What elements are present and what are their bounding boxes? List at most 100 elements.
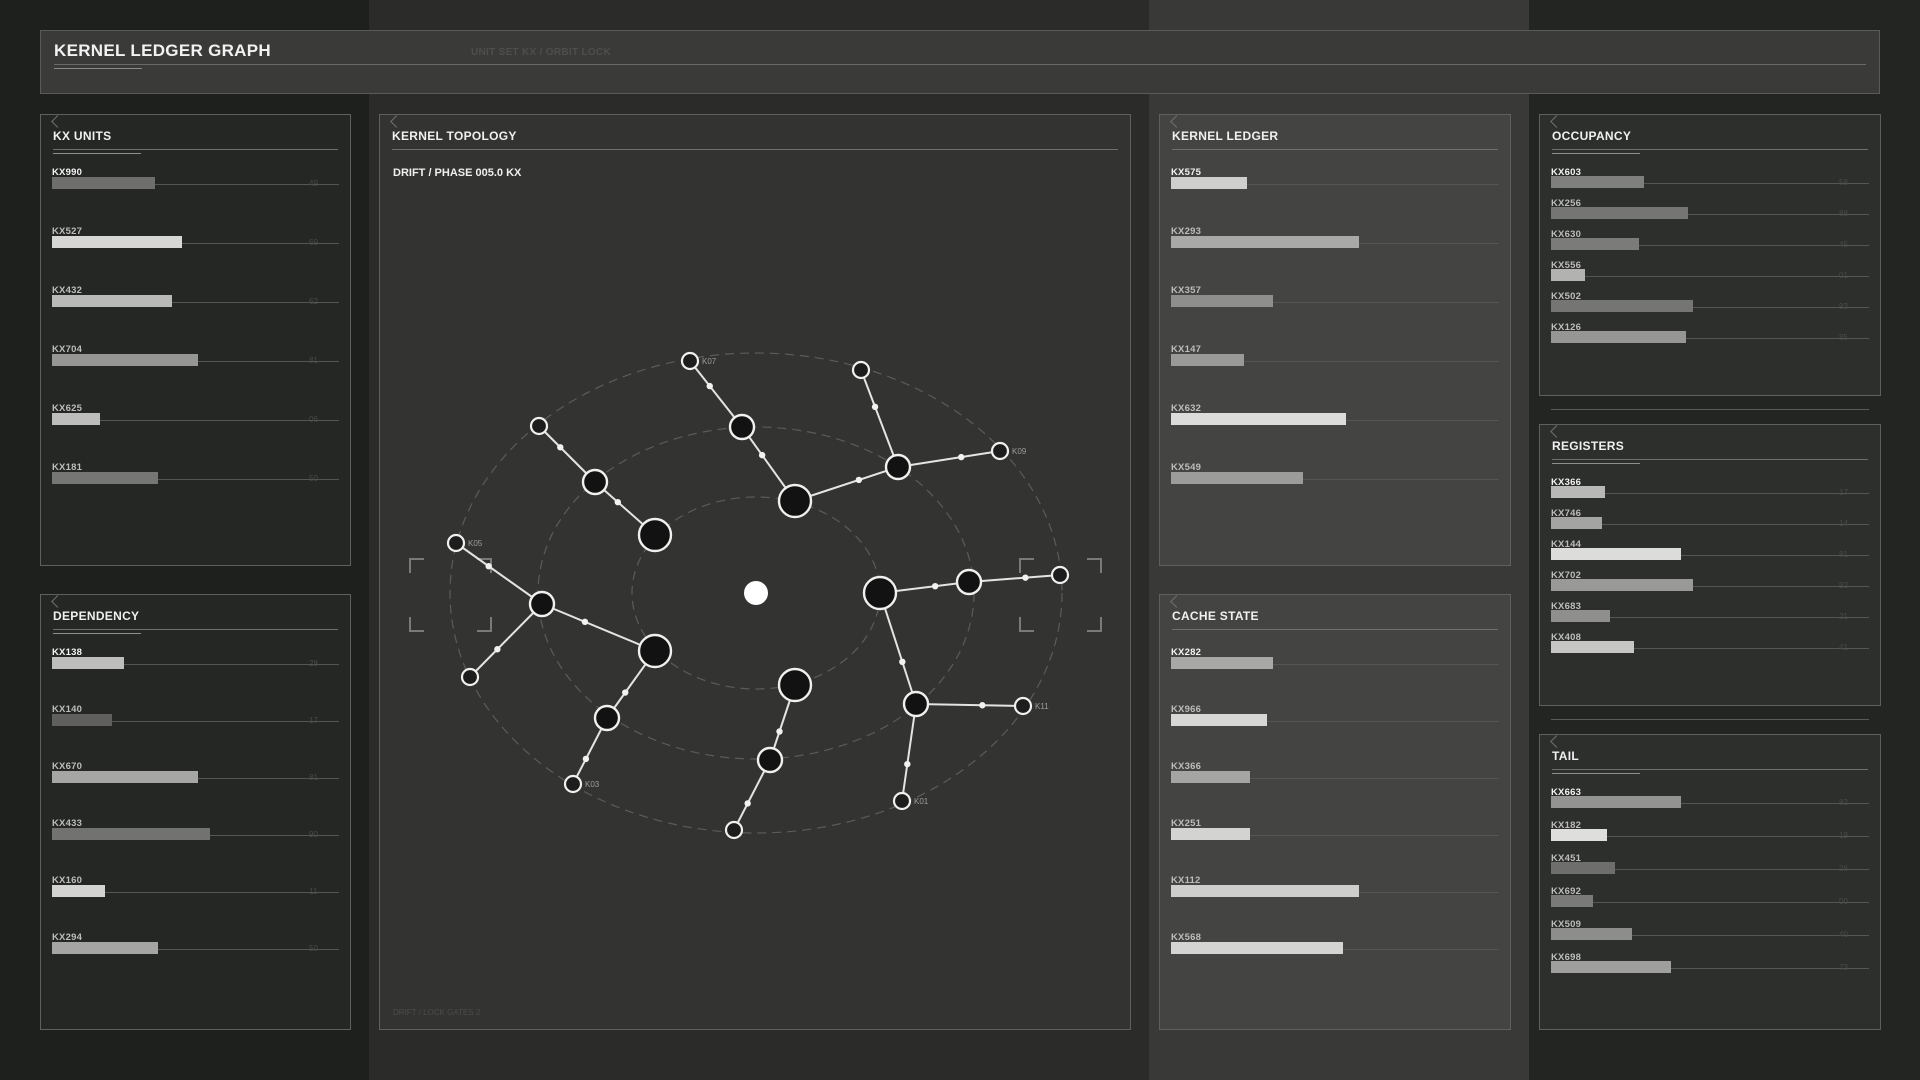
panel-title: KERNEL LEDGER bbox=[1172, 129, 1279, 143]
bar-row: KX632 bbox=[1171, 403, 1499, 443]
edge-dot bbox=[958, 453, 965, 461]
separator-line bbox=[1551, 409, 1869, 410]
header-rule bbox=[54, 64, 1866, 65]
graph-leaf-node bbox=[1050, 565, 1070, 585]
bar-fill bbox=[1171, 885, 1359, 897]
bar-row: KX966 bbox=[1171, 704, 1499, 744]
node-label: K11 bbox=[1035, 702, 1049, 711]
graph-leaf-node bbox=[460, 667, 480, 687]
bar-fill bbox=[52, 771, 198, 783]
bar-row: KX147 bbox=[1171, 344, 1499, 384]
edge-dot bbox=[1022, 574, 1029, 581]
bar-value: 19 bbox=[1839, 831, 1848, 840]
graph-node bbox=[884, 453, 912, 481]
bar-fill bbox=[1551, 486, 1605, 498]
panel-title: KX UNITS bbox=[53, 129, 112, 143]
bar-row: KX251 bbox=[1171, 818, 1499, 858]
graph-node bbox=[637, 517, 673, 553]
bar-fill bbox=[52, 354, 198, 366]
bar-fill bbox=[1551, 517, 1602, 529]
graph-leaf-node bbox=[446, 533, 466, 553]
panel-corner-icon bbox=[51, 595, 64, 608]
bar-row: KX575 bbox=[1171, 167, 1499, 207]
bar-value: 82 bbox=[1839, 798, 1848, 807]
edge-dot bbox=[899, 658, 906, 666]
graph-leaf-node bbox=[529, 416, 549, 436]
graph-node bbox=[756, 746, 784, 774]
panel-accent bbox=[1552, 463, 1640, 464]
bar-fill bbox=[1171, 413, 1346, 425]
bar-row: KX408 41 bbox=[1551, 632, 1869, 672]
bar-row: KX698 73 bbox=[1551, 952, 1869, 992]
bar-value: 40 bbox=[1839, 930, 1848, 939]
panel-corner-icon bbox=[1170, 595, 1183, 608]
center-node bbox=[744, 581, 768, 605]
bar-fill bbox=[1551, 895, 1593, 907]
bar-value: 73 bbox=[1839, 963, 1848, 972]
bar-value: 81 bbox=[1839, 550, 1848, 559]
edge-dot bbox=[871, 403, 879, 411]
panel-accent bbox=[53, 633, 141, 634]
bar-row: KX568 bbox=[1171, 932, 1499, 972]
graph-edge bbox=[879, 592, 917, 705]
bar-row: KX140 17 bbox=[52, 704, 339, 744]
bar-value: 00 bbox=[1839, 897, 1848, 906]
bar-row: KX432 62 bbox=[52, 285, 339, 325]
panel-accent bbox=[53, 153, 141, 154]
bar-fill bbox=[1171, 828, 1250, 840]
graph-leaf-node bbox=[892, 791, 912, 811]
bar-fill bbox=[52, 472, 158, 484]
bar-value: 26 bbox=[1839, 864, 1848, 873]
bar-fill bbox=[1171, 657, 1273, 669]
bar-row: KX138 28 bbox=[52, 647, 339, 687]
bar-row: KX293 bbox=[1171, 226, 1499, 266]
panel-rule bbox=[1552, 149, 1868, 150]
bar-fill bbox=[52, 657, 124, 669]
bar-fill bbox=[52, 413, 100, 425]
panel-rule bbox=[53, 149, 338, 150]
graph-leaf-node bbox=[851, 360, 871, 380]
panel-rule bbox=[53, 629, 338, 630]
graph-edge bbox=[901, 703, 917, 802]
node-label: K09 bbox=[1012, 447, 1027, 456]
edge-dot bbox=[979, 702, 986, 709]
edge-dot bbox=[581, 618, 589, 626]
bar-row: KX433 90 bbox=[52, 818, 339, 858]
graph-node bbox=[902, 690, 930, 718]
graph-edge bbox=[915, 703, 1024, 707]
bar-value: 58 bbox=[1839, 178, 1848, 187]
panel-corner-icon bbox=[1550, 425, 1563, 438]
bar-fill bbox=[1551, 331, 1686, 343]
bar-fill bbox=[1551, 300, 1693, 312]
panel-registers: REGISTERS KX366 17 KX746 14 KX144 81 KX702 92 KX… bbox=[1539, 424, 1881, 706]
bar-value: 06 bbox=[309, 415, 318, 424]
bar-row: KX527 69 bbox=[52, 226, 339, 266]
panel-title: OCCUPANCY bbox=[1552, 129, 1632, 143]
bar-track bbox=[1551, 902, 1869, 903]
bar-fill bbox=[1551, 862, 1615, 874]
bar-value: 17 bbox=[309, 716, 318, 725]
bar-value: 81 bbox=[309, 356, 318, 365]
bar-value: 11 bbox=[309, 887, 318, 896]
bar-fill bbox=[1551, 238, 1639, 250]
bar-fill bbox=[1171, 714, 1267, 726]
graph-leaf-node bbox=[563, 774, 583, 794]
edge-dot bbox=[758, 451, 766, 459]
graph-node bbox=[593, 704, 621, 732]
bar-fill bbox=[1171, 295, 1273, 307]
bar-value: 92 bbox=[1839, 581, 1848, 590]
panel-corner-icon bbox=[1550, 735, 1563, 748]
panel-title: DEPENDENCY bbox=[53, 609, 140, 623]
panel-cache-state: CACHE STATE KX282 KX966 KX366 KX251 KX112 KX5… bbox=[1159, 594, 1511, 1030]
edge-dot bbox=[855, 476, 863, 484]
bar-value: 28 bbox=[309, 659, 318, 668]
bar-row: KX366 bbox=[1171, 761, 1499, 801]
panel-kx-units: KX UNITS KX990 49 KX527 69 KX432 62 KX704 81 KX6… bbox=[40, 114, 351, 566]
bar-value: 85 bbox=[1839, 333, 1848, 342]
bar-row: KX282 bbox=[1171, 647, 1499, 687]
node-label: K01 bbox=[914, 797, 929, 806]
graph-edge bbox=[541, 603, 656, 652]
panel-corner-icon bbox=[1170, 115, 1183, 128]
graph-edge bbox=[455, 542, 543, 605]
graph-edge bbox=[968, 574, 1061, 583]
